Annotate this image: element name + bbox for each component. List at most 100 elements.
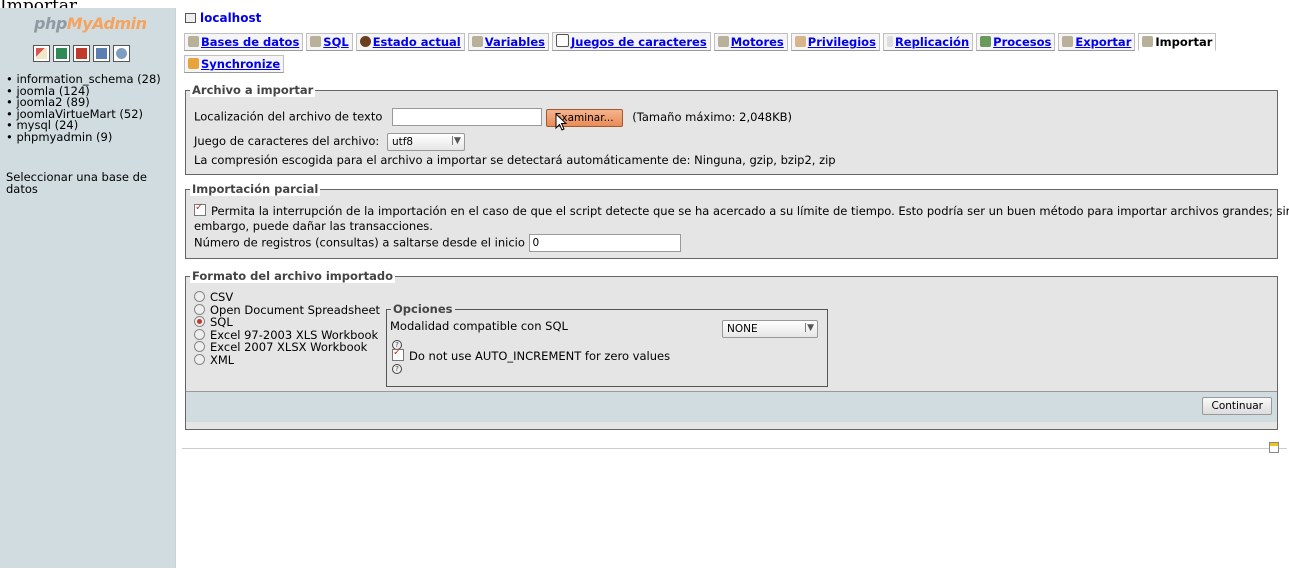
file-location-label: Localización del archivo de texto [194, 109, 383, 124]
archivo-legend: Archivo a importar [190, 83, 316, 97]
tab-label: Replicación [894, 35, 970, 49]
tab-estado-actual[interactable]: Estado actual [355, 33, 465, 51]
charset-row: Juego de caracteres del archivo: utf8 |▼ [194, 133, 465, 151]
mouse-cursor-icon [555, 113, 568, 131]
file-location-row: Localización del archivo de texto Examin… [194, 108, 792, 127]
format-radio-list: CSV Open Document Spreadsheet SQL Excel … [194, 291, 380, 366]
tab-label: Bases de datos [201, 35, 300, 49]
compat-value: NONE [727, 323, 758, 335]
parcial-fieldset: Importación parcial Permita la interrupc… [185, 182, 1289, 259]
server-icon [185, 13, 196, 23]
tab-label: Importar [1155, 35, 1213, 49]
format-radio[interactable] [194, 316, 205, 327]
docs-icon[interactable] [93, 45, 110, 62]
format-radio[interactable] [194, 353, 205, 365]
format-option[interactable]: XML [194, 352, 380, 367]
top-window-fragment: Importar [0, 0, 77, 8]
skip-label: Número de registros (consultas) a saltar… [194, 235, 525, 250]
synchronize-icon [188, 58, 199, 69]
server-tabs: Bases de datos SQL Estado actual Variables J… [184, 32, 1264, 77]
continue-button[interactable]: Continuar [1202, 397, 1272, 415]
allow-interrupt-label-1: Permita la interrupción de la importació… [211, 204, 1289, 218]
auto-increment-label: Do not use AUTO_INCREMENT for zero value… [409, 349, 671, 363]
skip-row: Número de registros (consultas) a saltar… [194, 234, 681, 252]
format-radio[interactable] [194, 291, 205, 302]
formato-legend: Formato del archivo importado [190, 269, 395, 283]
parcial-legend: Importación parcial [190, 182, 321, 196]
format-radio[interactable] [194, 328, 205, 340]
skip-queries-input[interactable]: 0 [528, 234, 681, 252]
sql-docs-icon[interactable] [73, 45, 90, 62]
privileges-icon [794, 36, 806, 47]
tab-label: SQL [323, 35, 349, 49]
format-radio[interactable] [194, 341, 205, 352]
tab-variables[interactable]: Variables [467, 33, 549, 51]
charsets-icon [555, 34, 569, 47]
chevron-down-icon: |▼ [451, 136, 461, 146]
charset-label: Juego de caracteres del archivo: [194, 134, 380, 148]
tab-importar[interactable]: Importar [1138, 33, 1217, 51]
tab-exportar[interactable]: Exportar [1058, 33, 1136, 51]
opciones-fieldset: Opciones Modalidad compatible con SQL NO… [386, 302, 828, 387]
export-icon [1062, 36, 1074, 47]
chevron-down-icon: |▼ [804, 323, 814, 333]
databases-icon [188, 36, 199, 47]
compat-select[interactable]: NONE |▼ [722, 320, 818, 338]
file-path-input[interactable] [392, 108, 543, 126]
import-icon [1142, 36, 1154, 47]
compression-text: La compresión escogida para el archivo a… [194, 153, 836, 167]
database-list: information_schema (28) joomla (124) joo… [6, 73, 161, 144]
logo-myadmin: MyAdmin [66, 14, 147, 33]
tab-label: Juegos de caracteres [570, 35, 707, 49]
server-breadcrumb[interactable]: localhost [185, 11, 261, 25]
tab-label: Privilegios [807, 35, 876, 49]
engines-icon [717, 36, 729, 47]
allow-interrupt-row: Permita la interrupción de la importació… [194, 202, 1289, 218]
phpmyadmin-logo[interactable]: phpMyAdmin [34, 14, 147, 33]
processes-icon [980, 36, 992, 47]
tab-label: Exportar [1075, 35, 1132, 49]
format-label: Open Document Spreadsheet [210, 302, 381, 317]
replication-icon [886, 36, 893, 47]
home-icon[interactable] [33, 45, 50, 62]
allow-interrupt-checkbox[interactable] [194, 202, 206, 216]
variables-icon [471, 36, 483, 47]
skip-value: 0 [532, 237, 540, 249]
tab-procesos[interactable]: Procesos [976, 33, 1056, 51]
auto-increment-row: Do not use AUTO_INCREMENT for zero value… [392, 347, 671, 363]
format-label: XML [210, 352, 235, 367]
status-icon [359, 36, 371, 47]
tab-label: Synchronize [201, 57, 281, 71]
tab-motores[interactable]: Motores [713, 33, 788, 51]
sidebar-icon-row [33, 45, 130, 62]
query-window-icon[interactable] [53, 45, 70, 62]
reload-icon[interactable] [113, 45, 130, 62]
tab-juegos-de-caracteres[interactable]: Juegos de caracteres [551, 32, 711, 51]
footer-divider [182, 448, 1287, 449]
tab-privilegios[interactable]: Privilegios [790, 33, 880, 51]
tab-label: Procesos [993, 35, 1052, 49]
tab-bases-de-datos[interactable]: Bases de datos [184, 33, 304, 51]
formato-fieldset: Formato del archivo importado CSV Open D… [185, 269, 1278, 430]
tab-sql[interactable]: SQL [306, 33, 353, 51]
charset-select[interactable]: utf8 |▼ [386, 133, 465, 151]
sql-icon [310, 36, 322, 47]
format-radio[interactable] [194, 303, 205, 315]
new-window-icon[interactable] [1269, 442, 1279, 453]
tab-replicacion[interactable]: Replicación [882, 33, 974, 51]
auto-increment-checkbox[interactable] [392, 347, 404, 361]
navigation-frame: phpMyAdmin information_schema (28) jooml… [0, 8, 176, 568]
submit-bar: Continuar [186, 391, 1277, 422]
select-database-hint: Seleccionar una base de datos [6, 170, 147, 196]
compat-label: Modalidad compatible con SQL [390, 319, 568, 333]
allow-interrupt-label-2: embargo, puede dañar las transacciones. [194, 219, 433, 233]
tab-synchronize[interactable]: Synchronize [184, 55, 285, 73]
tab-label: Estado actual [372, 35, 461, 49]
logo-php: php [34, 14, 67, 33]
database-link[interactable]: phpmyadmin (9) [6, 131, 161, 144]
help-icon[interactable]: ? [392, 364, 402, 374]
tab-label: Motores [730, 35, 784, 49]
opciones-legend: Opciones [391, 302, 455, 316]
server-label: localhost [200, 11, 262, 25]
charset-value: utf8 [391, 136, 414, 148]
